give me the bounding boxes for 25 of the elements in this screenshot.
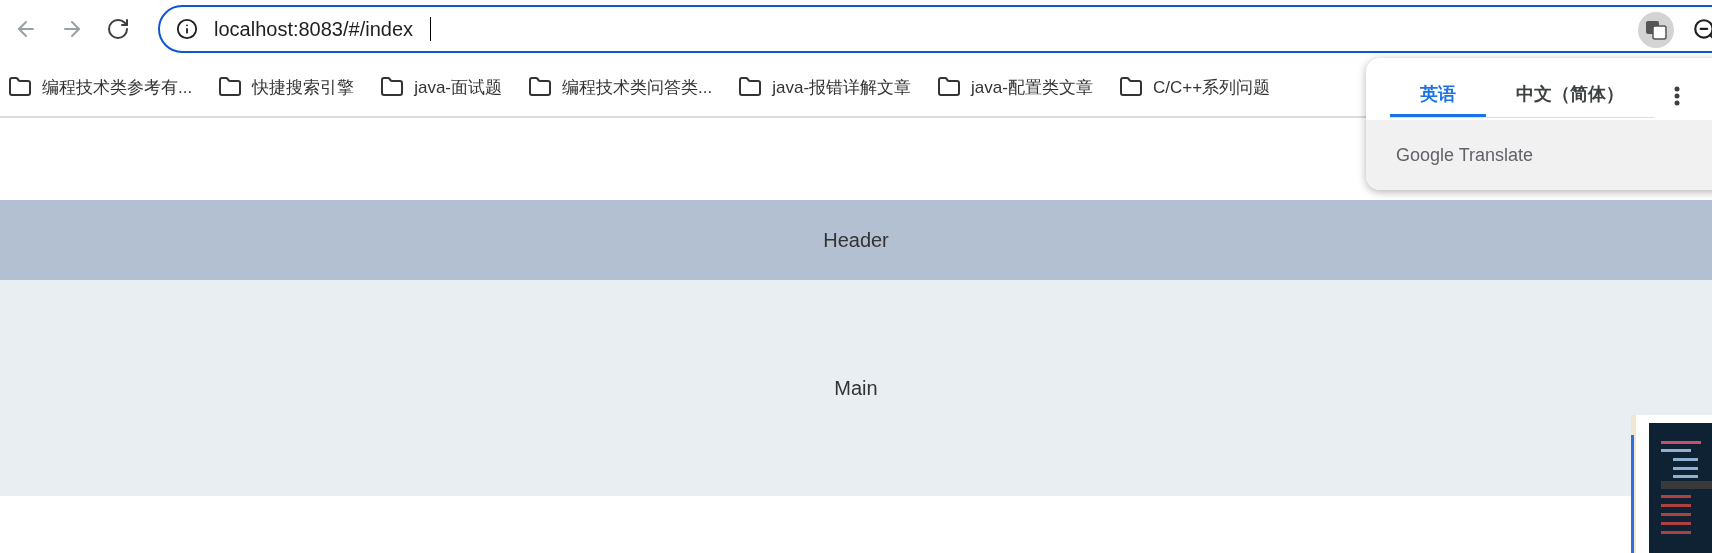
language-tab[interactable]: 中文（简体） [1486,74,1654,117]
bookmark[interactable]: java-配置类文章 [937,75,1093,99]
more-options-button[interactable] [1674,86,1680,106]
bookmark[interactable]: java-报错详解文章 [738,75,912,99]
reload-icon [106,17,130,41]
bookmark[interactable]: 编程技术类参考有... [8,75,193,99]
header-text: Header [823,228,889,252]
folder-icon [8,75,32,99]
folder-icon [528,75,553,99]
brand-text: Google Translate [1396,144,1534,166]
bookmark[interactable]: C/C++系列问题 [1118,75,1271,99]
more-icon [1674,86,1680,106]
main-text: Main [834,376,878,400]
translate-icon[interactable] [1638,12,1674,48]
language-tab[interactable]: 英语 [1390,74,1486,117]
folder-icon [380,75,405,99]
folder-icon [218,75,243,99]
bookmark[interactable]: 编程技术类问答类... [528,75,713,99]
info-icon[interactable] [176,18,198,40]
folder-icon [937,75,962,99]
folder-icon [1118,75,1143,99]
address-bar[interactable]: localhost:8083/#/index [158,5,1712,53]
bookmark[interactable]: java-面试题 [380,75,503,99]
bookmark[interactable]: 快捷搜索引擎 [218,75,355,99]
folder-icon [738,75,763,99]
